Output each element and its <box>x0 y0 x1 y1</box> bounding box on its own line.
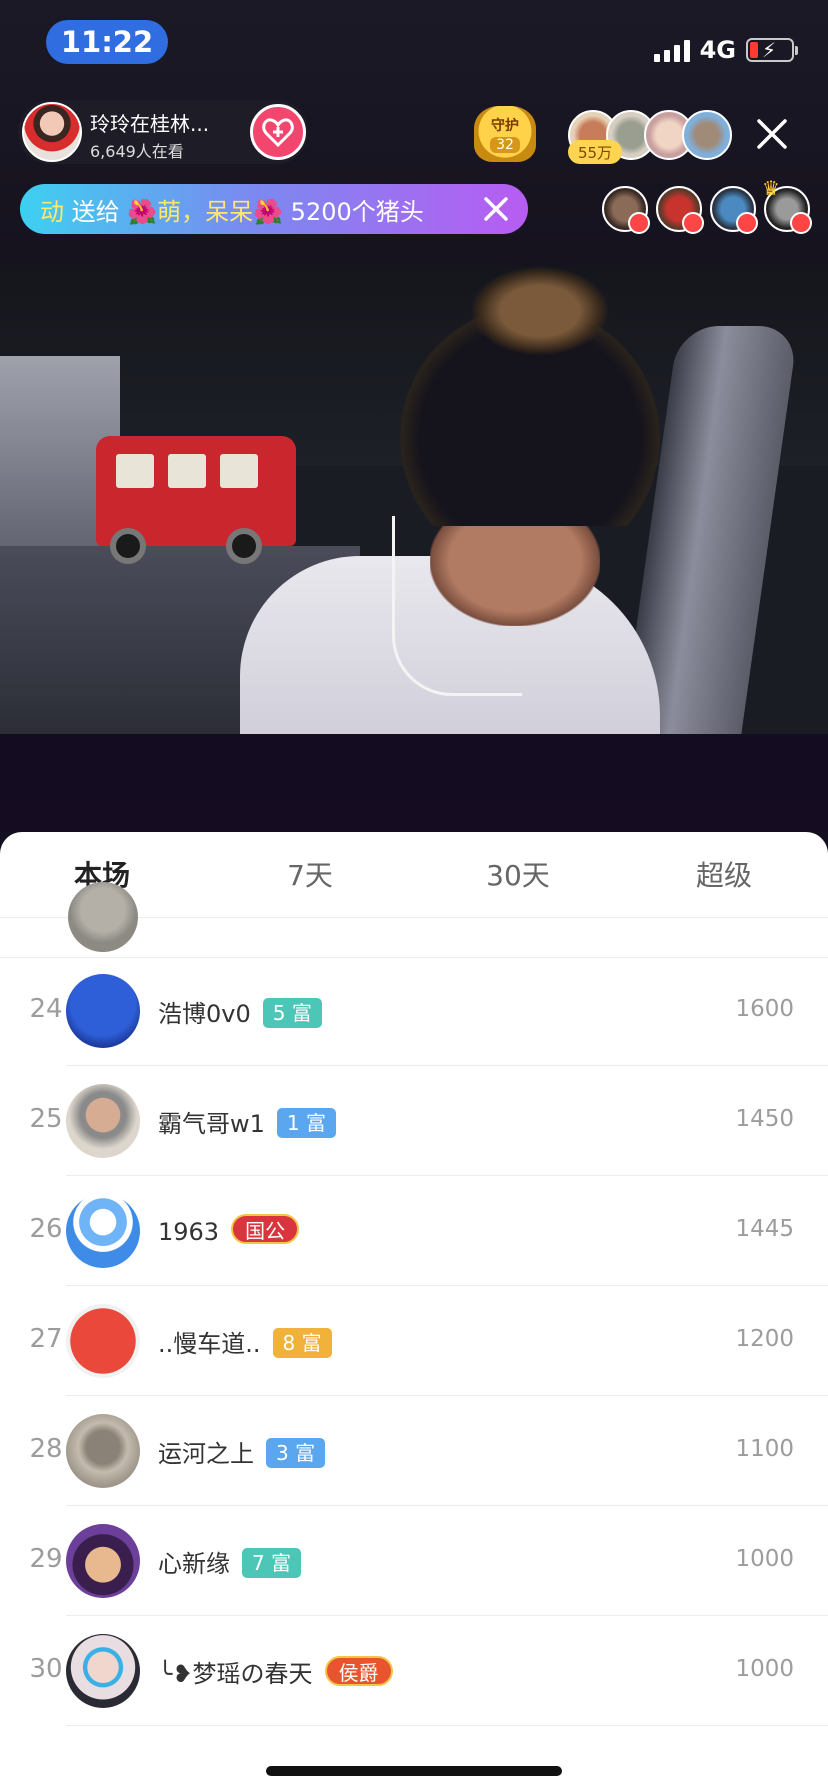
avatar[interactable] <box>66 1304 140 1378</box>
table-row[interactable]: 29 心新缘 7 富 1000 <box>0 1506 828 1616</box>
viewer-avatar[interactable] <box>710 186 758 234</box>
contribution-score: 1000 <box>735 1546 794 1572</box>
viewer-avatar[interactable] <box>656 186 704 234</box>
rank-number: 29 <box>29 1544 63 1574</box>
video-vehicle <box>96 436 296 564</box>
guard-label: 守护 <box>491 118 519 134</box>
table-row[interactable]: 28 运河之上 3 富 1100 <box>0 1396 828 1506</box>
avatar[interactable] <box>66 1524 140 1598</box>
contribution-score: 1000 <box>735 1656 794 1682</box>
table-row[interactable]: 24 浩博0v0 5 富 1600 <box>0 956 828 1066</box>
avatar[interactable] <box>66 1634 140 1708</box>
contribution-score: 1100 <box>735 1436 794 1462</box>
rank-number: 27 <box>29 1324 63 1354</box>
seat-badge-icon <box>736 212 758 234</box>
user-name-line: 霸气哥w1 1 富 <box>158 1104 336 1139</box>
live-stream-area: 11:22 4G ⚡ 玲玲在桂林... 6,649人在看 守护 32 55万 动… <box>0 0 828 832</box>
user-name: ..慢车道.. <box>158 1330 261 1358</box>
user-name: 霸气哥w1 <box>158 1110 265 1138</box>
user-name: 1963 <box>158 1218 220 1246</box>
battery-icon: ⚡ <box>746 38 798 62</box>
user-name-line: 1963 国公 <box>158 1214 300 1246</box>
table-row[interactable]: 27 ..慢车道.. 8 富 1200 <box>0 1286 828 1396</box>
ranking-sheet: 本场 7天 30天 超级 24 浩博0v0 5 富 1600 25 霸气哥w1 1 … <box>0 832 828 1792</box>
avatar[interactable] <box>66 1084 140 1158</box>
contribution-score: 1600 <box>735 996 794 1022</box>
table-row[interactable]: 26 1963 国公 1445 <box>0 1176 828 1286</box>
video-frame[interactable] <box>0 266 828 734</box>
heart-plus-icon <box>262 118 294 147</box>
rank-number: 30 <box>29 1654 63 1684</box>
user-name: ╰❥梦瑶の春天 <box>158 1660 313 1688</box>
contribution-score: 1200 <box>735 1326 794 1352</box>
user-name: 心新缘 <box>158 1550 230 1578</box>
flower-icon: 🌺 <box>127 198 158 226</box>
gift-recipient: 萌，呆呆 <box>157 198 254 226</box>
host-name: 玲玲在桂林... <box>90 112 210 136</box>
video-person <box>470 266 610 356</box>
close-icon <box>484 197 508 221</box>
avatar <box>68 882 138 952</box>
noble-title-badge: 侯爵 <box>324 1656 393 1686</box>
close-live-button[interactable] <box>752 114 792 154</box>
gift-prefix: 动 <box>40 198 64 226</box>
follow-button[interactable] <box>250 104 306 160</box>
video-earphone <box>392 516 522 696</box>
viewer-count: 6,649人在看 <box>90 142 184 161</box>
user-name-line: ╰❥梦瑶の春天 侯爵 <box>158 1654 393 1689</box>
guard-badge[interactable]: 守护 32 <box>474 106 536 162</box>
wealth-level-badge: 1 富 <box>276 1108 336 1138</box>
viewer-avatar[interactable] <box>602 186 650 234</box>
rank-number: 28 <box>29 1434 63 1464</box>
fan-avatar[interactable] <box>682 110 732 160</box>
guard-count: 32 <box>490 137 520 153</box>
rank-number: 25 <box>29 1104 63 1134</box>
host-avatar[interactable] <box>22 102 82 162</box>
wealth-level-badge: 8 富 <box>272 1328 332 1358</box>
rank-number: 26 <box>29 1214 63 1244</box>
wealth-level-badge: 5 富 <box>262 998 322 1028</box>
gift-banner-close-button[interactable] <box>480 193 512 225</box>
network-type: 4G <box>699 36 736 64</box>
user-name-line: 心新缘 7 富 <box>158 1544 302 1579</box>
contribution-score: 1450 <box>735 1106 794 1132</box>
gift-announcement-text: 动 送给 🌺萌，呆呆🌺 5200个猪头 <box>40 192 424 227</box>
user-name-line: ..慢车道.. 8 富 <box>158 1324 332 1359</box>
seat-badge-icon <box>790 212 812 234</box>
close-icon <box>757 119 787 149</box>
wealth-level-badge: 3 富 <box>266 1438 326 1468</box>
crown-icon: ♛ <box>762 176 780 200</box>
avatar[interactable] <box>66 974 140 1048</box>
tab-30-days[interactable]: 30天 <box>438 854 598 894</box>
avatar[interactable] <box>66 1194 140 1268</box>
list-item[interactable] <box>0 882 828 958</box>
table-row[interactable]: 25 霸气哥w1 1 富 1450 <box>0 1066 828 1176</box>
gift-announcement-banner[interactable]: 动 送给 🌺萌，呆呆🌺 5200个猪头 <box>20 184 528 234</box>
user-name: 浩博0v0 <box>158 1000 251 1028</box>
table-row[interactable]: 30 ╰❥梦瑶の春天 侯爵 1000 <box>0 1616 828 1726</box>
flower-icon: 🌺 <box>253 198 284 226</box>
noble-title-badge: 国公 <box>231 1214 300 1244</box>
status-time: 11:22 <box>46 20 168 64</box>
seat-badge-icon <box>682 212 704 234</box>
wealth-level-badge: 7 富 <box>242 1548 302 1578</box>
tab-super[interactable]: 超级 <box>644 854 804 894</box>
status-indicators: 4G ⚡ <box>653 34 798 66</box>
avatar[interactable] <box>66 1414 140 1488</box>
user-name-line: 运河之上 3 富 <box>158 1434 326 1469</box>
gift-item: 5200个猪头 <box>283 198 424 226</box>
user-name: 运河之上 <box>158 1440 254 1468</box>
rank-number: 24 <box>29 994 63 1024</box>
fan-value-badge: 55万 <box>568 140 622 164</box>
home-indicator[interactable] <box>266 1766 562 1776</box>
tab-7-days[interactable]: 7天 <box>230 854 390 894</box>
seat-badge-icon <box>628 212 650 234</box>
user-name-line: 浩博0v0 5 富 <box>158 994 322 1029</box>
gift-send-to: 送给 <box>64 198 128 226</box>
viewer-avatars[interactable] <box>600 186 812 234</box>
cell-signal-icon <box>653 38 690 62</box>
contribution-score: 1445 <box>735 1216 794 1242</box>
